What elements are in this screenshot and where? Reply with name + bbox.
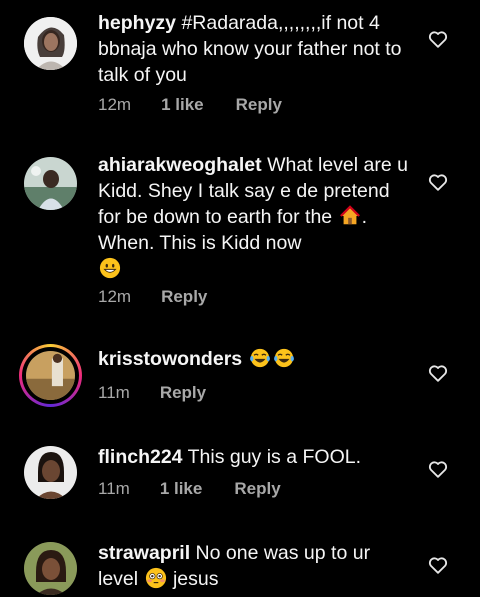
comment-body [242, 348, 247, 370]
grinning-emoji [99, 257, 121, 279]
likes-count[interactable]: 1 like [160, 479, 203, 498]
flushed-emoji [145, 567, 166, 589]
avatar[interactable] [24, 157, 77, 210]
house-emoji [339, 205, 360, 225]
comment-username[interactable]: hephyzy [98, 12, 176, 34]
comment-time: 12m [98, 95, 132, 114]
comment-username[interactable]: ahiarakweoghalet [98, 154, 262, 176]
comment-time: 12m [98, 287, 132, 306]
reply-button[interactable]: Reply [161, 287, 207, 306]
comment-time: 11m [98, 479, 130, 498]
heart-outline-icon[interactable] [427, 362, 449, 384]
avatar[interactable] [24, 542, 77, 595]
heart-outline-icon[interactable] [427, 28, 449, 50]
reply-button[interactable]: Reply [160, 383, 206, 402]
likes-count[interactable]: 1 like [161, 95, 204, 114]
story-ring[interactable] [19, 344, 82, 407]
comment-text: strawapril No one was up to ur level jes… [98, 540, 410, 592]
comment-body-end: jesus [167, 568, 219, 590]
heart-outline-icon[interactable] [427, 458, 449, 480]
tears-of-joy-emoji [273, 348, 294, 368]
avatar[interactable] [24, 17, 77, 70]
comment-text: hephyzy #Radarada,,,,,,,,if not 4 bbnaja… [98, 10, 410, 88]
comment-body: This guy is a FOOL. [182, 446, 361, 468]
comment-time: 11m [98, 383, 130, 402]
heart-outline-icon[interactable] [427, 171, 449, 193]
comment-username[interactable]: krisstowonders [98, 348, 242, 370]
comment-meta: 12m Reply [98, 287, 239, 307]
reply-button[interactable]: Reply [236, 95, 282, 114]
tears-of-joy-emoji [249, 348, 270, 368]
comment-meta: 11m 1 like Reply [98, 479, 313, 499]
heart-outline-icon[interactable] [427, 554, 449, 576]
comment-username[interactable]: strawapril [98, 542, 190, 564]
comment-username[interactable]: flinch224 [98, 446, 183, 468]
comment-meta: 11m Reply [98, 383, 238, 403]
reply-button[interactable]: Reply [234, 479, 280, 498]
comment-text: ahiarakweoghalet What level are u Kidd. … [98, 152, 410, 282]
comment-text: flinch224 This guy is a FOOL. [98, 444, 410, 470]
avatar[interactable] [26, 351, 75, 400]
comment-text: krisstowonders [98, 346, 410, 372]
avatar[interactable] [24, 446, 77, 499]
comment-meta: 12m 1 like Reply [98, 95, 314, 115]
